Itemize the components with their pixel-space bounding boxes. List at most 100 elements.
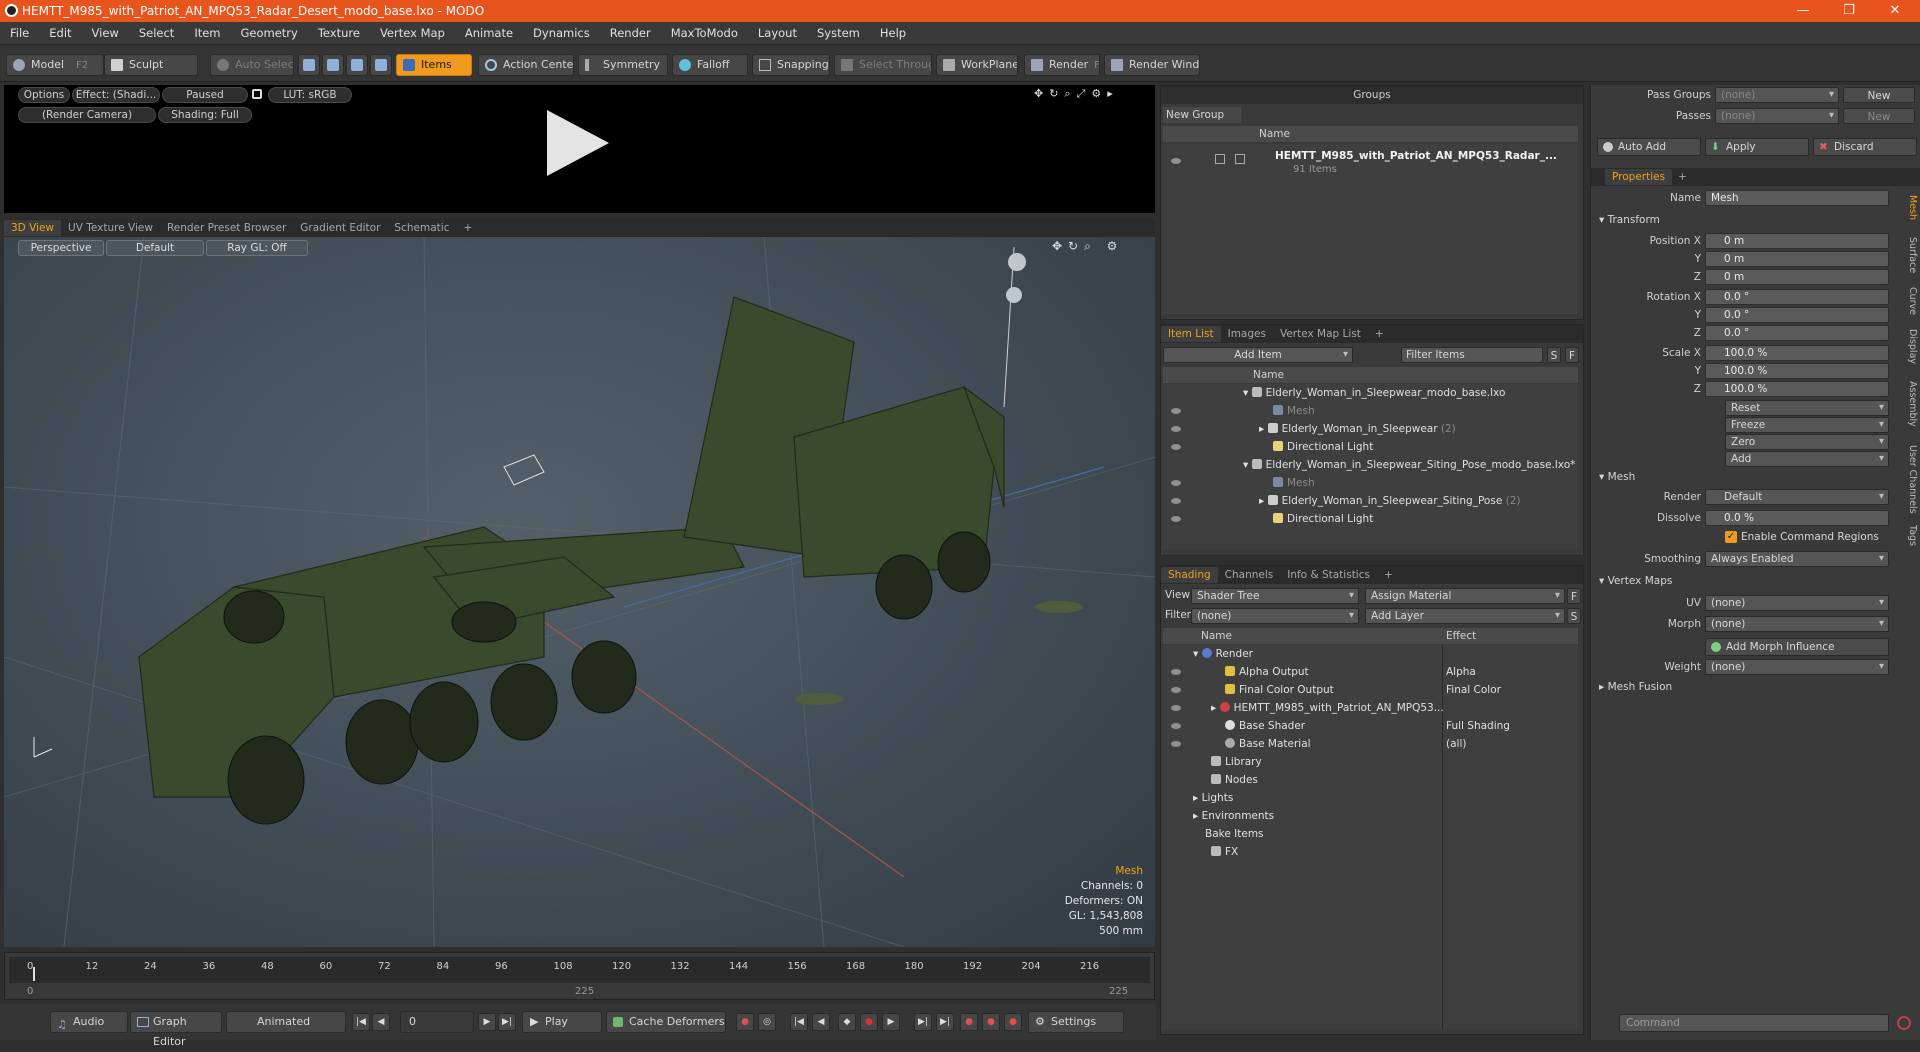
filter-f-button[interactable]: F [1565, 347, 1579, 363]
menu-texture[interactable]: Texture [308, 26, 370, 40]
rotation-z-field[interactable]: 0.0 ° [1705, 325, 1889, 341]
dissolve-field[interactable]: 0.0 % [1705, 510, 1889, 526]
close-button[interactable]: ✕ [1872, 0, 1918, 22]
item-row-scene-1[interactable]: ▾ Elderly_Woman_in_Sleepwear_modo_base.l… [1243, 384, 1505, 402]
play-preview-icon[interactable] [547, 110, 609, 176]
uv-dropdown[interactable]: (none) [1705, 595, 1889, 611]
item-row-mesh-1[interactable]: Mesh [1273, 402, 1315, 420]
menu-maxtomodo[interactable]: MaxToModo [661, 26, 748, 40]
shader-row-render[interactable]: ▾ Render [1193, 645, 1253, 663]
shader-row-alpha-output[interactable]: Alpha Output [1225, 663, 1309, 681]
step-forward-icon[interactable]: ▶ [478, 1013, 496, 1031]
tab-uv-texture-view[interactable]: UV Texture View [61, 220, 160, 236]
tab-gradient-editor[interactable]: Gradient Editor [293, 220, 387, 236]
record-icon[interactable]: ● [860, 1013, 878, 1031]
preview-nav-icons[interactable]: ✥↻⌕⤢⚙▸ [1034, 87, 1119, 101]
edges-mode-button[interactable] [322, 54, 344, 76]
passes-dropdown[interactable]: (none) [1715, 108, 1839, 124]
position-x-field[interactable]: 0 m [1705, 233, 1889, 249]
weight-dropdown[interactable]: (none) [1705, 659, 1889, 675]
polygons-mode-button[interactable] [346, 54, 368, 76]
rotation-y-field[interactable]: 0.0 ° [1705, 307, 1889, 323]
3d-viewport[interactable]: Perspective Default Ray GL: Off ✥↻⌕ ⚙ Me… [4, 237, 1155, 947]
pass-groups-dropdown[interactable]: (none) [1715, 87, 1839, 103]
model-button[interactable]: Model F2 [6, 54, 104, 76]
cache-deformers-button[interactable]: Cache Deformers [606, 1011, 726, 1033]
shader-row-final-color[interactable]: Final Color Output [1225, 681, 1334, 699]
auto-select-button[interactable]: Auto Select [210, 54, 294, 76]
animated-dropdown[interactable]: Animated [226, 1011, 346, 1033]
end-key-icon[interactable]: ▶| [936, 1013, 954, 1031]
side-tab-curve[interactable]: Curve [1904, 287, 1918, 315]
tab-properties[interactable]: Properties [1605, 169, 1673, 185]
snapping-button[interactable]: Snapping [752, 54, 830, 76]
add-layer-dropdown[interactable]: Add Layer [1365, 608, 1565, 624]
delete-key-icon[interactable]: ● [1004, 1013, 1022, 1031]
scale-z-field[interactable]: 100.0 % [1705, 381, 1889, 397]
settings-button[interactable]: ⚙ Settings [1028, 1011, 1124, 1033]
freeze-dropdown[interactable]: Freeze [1725, 417, 1889, 433]
shader-row-library[interactable]: Library [1211, 753, 1262, 771]
command-history-icon[interactable] [1897, 1016, 1911, 1030]
side-tab-assembly[interactable]: Assembly [1904, 381, 1918, 427]
menu-vertex-map[interactable]: Vertex Map [370, 26, 455, 40]
auto-key-icon[interactable]: ◎ [758, 1013, 776, 1031]
lut-dropdown[interactable]: LUT: sRGB [268, 87, 352, 103]
rotation-x-field[interactable]: 0.0 ° [1705, 289, 1889, 305]
zero-dropdown[interactable]: Zero [1725, 434, 1889, 450]
mesh-section[interactable]: ▾ Mesh [1599, 471, 1635, 483]
enable-command-regions-checkbox[interactable]: ✓ [1725, 531, 1737, 543]
add-tab-button[interactable]: + [1368, 326, 1391, 342]
eye-icon[interactable] [1171, 426, 1181, 432]
eye-icon[interactable] [1171, 498, 1181, 504]
render-dropdown[interactable]: Default [1705, 489, 1889, 505]
select-through-button[interactable]: Select Through [834, 54, 932, 76]
side-tab-tags[interactable]: Tags [1904, 525, 1918, 546]
shader-row-fx[interactable]: FX [1211, 843, 1238, 861]
next-keyframe-icon[interactable]: ▶ [882, 1013, 900, 1031]
filter-dropdown[interactable]: (none) [1191, 608, 1359, 624]
shader-row-material-group[interactable]: ▸ HEMTT_M985_with_Patriot_AN_MPQ53... [1211, 699, 1444, 717]
menu-help[interactable]: Help [870, 26, 916, 40]
go-end-icon[interactable]: ▶| [498, 1013, 516, 1031]
timeline-playhead[interactable] [33, 967, 35, 981]
apply-button[interactable]: ⬇ Apply [1705, 138, 1809, 156]
effect-final-color[interactable]: Final Color [1446, 681, 1501, 699]
eye-icon[interactable] [1171, 669, 1181, 675]
vertices-mode-button[interactable] [298, 54, 320, 76]
shader-row-lights[interactable]: ▸ Lights [1193, 789, 1233, 807]
eye-icon[interactable] [1171, 158, 1181, 164]
render-camera-dropdown[interactable]: (Render Camera) [18, 107, 156, 123]
new-group-button[interactable]: New Group [1163, 107, 1241, 123]
preview-paused-button[interactable]: Paused [162, 87, 248, 103]
view-dropdown[interactable]: Shader Tree [1191, 588, 1359, 604]
name-field[interactable]: Mesh [1705, 190, 1889, 206]
eye-icon[interactable] [1171, 705, 1181, 711]
eye-icon[interactable] [1171, 444, 1181, 450]
new-pass-group-button[interactable]: New [1843, 87, 1915, 103]
command-input[interactable]: Command [1619, 1014, 1889, 1032]
add-tab-button[interactable]: + [1671, 169, 1694, 185]
maximize-button[interactable]: ❐ [1826, 0, 1872, 22]
menu-animate[interactable]: Animate [455, 26, 523, 40]
menu-system[interactable]: System [807, 26, 870, 40]
minimize-button[interactable]: — [1780, 0, 1826, 22]
key-all-icon[interactable]: ● [960, 1013, 978, 1031]
shader-tree[interactable]: ▾ Render Alpha Output Alpha Final Color … [1163, 645, 1578, 1029]
graph-editor-button[interactable]: Graph Editor [130, 1011, 222, 1048]
key-selected-icon[interactable]: ● [982, 1013, 1000, 1031]
preview-options-button[interactable]: Options [18, 87, 70, 103]
workplane-button[interactable]: WorkPlane [936, 54, 1018, 76]
tab-channels[interactable]: Channels [1218, 567, 1281, 583]
item-row-woman-2[interactable]: ▸ Elderly_Woman_in_Sleepwear_Siting_Pose… [1259, 492, 1521, 510]
side-tab-surface[interactable]: Surface [1904, 237, 1918, 273]
tab-render-preset-browser[interactable]: Render Preset Browser [160, 220, 293, 236]
items-mode-button[interactable]: Items [396, 54, 472, 76]
tab-shading[interactable]: Shading [1161, 567, 1218, 583]
eye-icon[interactable] [1171, 687, 1181, 693]
materials-mode-button[interactable] [370, 54, 392, 76]
new-pass-button[interactable]: New [1843, 108, 1915, 124]
menu-render[interactable]: Render [600, 26, 661, 40]
tab-images[interactable]: Images [1221, 326, 1273, 342]
shader-row-bake-items[interactable]: Bake Items [1205, 825, 1264, 843]
